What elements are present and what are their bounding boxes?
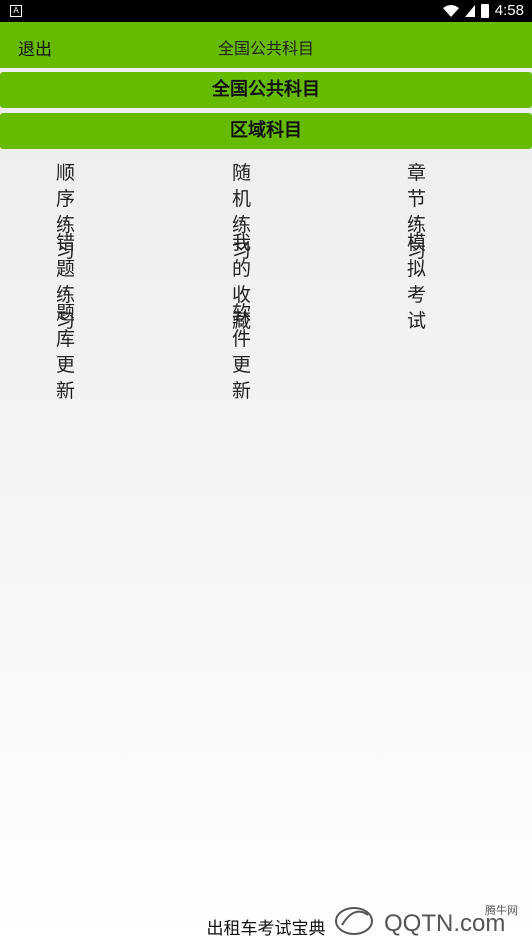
menu-item-line1: 章节 <box>407 162 445 210</box>
top-bar: 退出 全国公共科目 <box>0 22 532 68</box>
status-bar: A 4:58 <box>0 0 532 22</box>
status-right: 4:58 <box>442 2 524 20</box>
page-title: 全国公共科目 <box>217 39 314 58</box>
menu-item-line2: 更新 <box>232 354 270 402</box>
menu-item-line1: 软件 <box>232 302 270 350</box>
menu-item-line1: 模拟 <box>407 232 445 280</box>
menu-item-line1: 随机 <box>232 162 270 210</box>
section-regional-button[interactable]: 区域科目 <box>0 113 532 149</box>
menu-item-line1: 错题 <box>56 232 94 280</box>
section-national-button[interactable]: 全国公共科目 <box>0 72 532 108</box>
menu-item-software-update[interactable]: 软件 更新 <box>232 300 302 404</box>
signal-icon <box>464 5 475 17</box>
menu-item-line2: 更新 <box>56 354 94 402</box>
menu-item-line1: 题库 <box>56 302 94 350</box>
battery-icon <box>480 4 489 18</box>
menu-item-question-bank-update[interactable]: 题库 更新 <box>56 300 126 404</box>
notification-icon: A <box>10 5 22 17</box>
watermark-text: 腾牛网 <box>485 904 518 917</box>
wifi-icon <box>442 5 459 17</box>
menu-item-line1: 顺序 <box>56 162 94 210</box>
menu-item-mock-exam[interactable]: 模拟 考试 <box>407 230 477 334</box>
status-time: 4:58 <box>494 2 524 19</box>
menu-item-line1: 我的 <box>232 232 270 280</box>
menu-item-line2: 考试 <box>407 284 445 332</box>
